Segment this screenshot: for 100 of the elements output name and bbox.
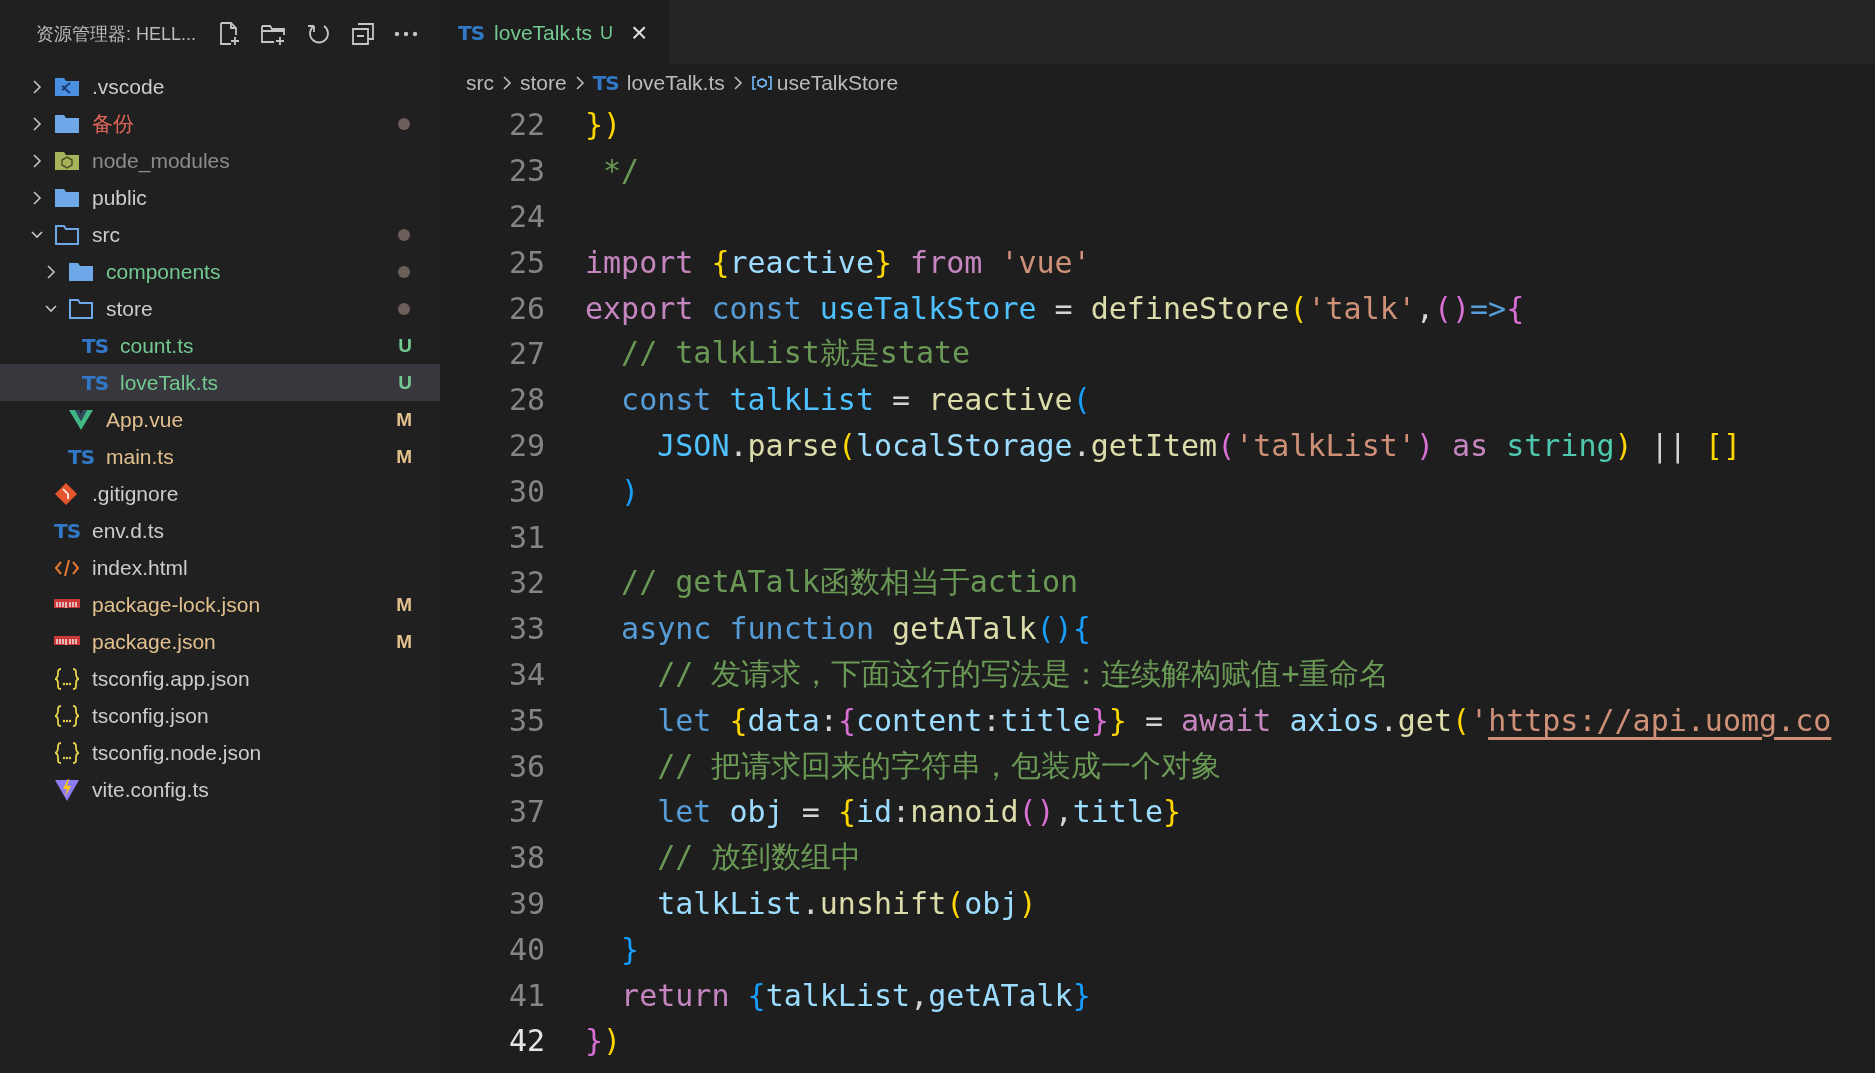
file-name: public — [92, 185, 147, 210]
chevron-icon — [732, 75, 743, 91]
git-status: M — [396, 408, 412, 431]
tree-item[interactable]: package-lock.json M — [0, 586, 440, 623]
code-line: const talkList = reactive( — [620, 382, 1091, 418]
explorer-title: 资源管理器: HELL... — [36, 23, 197, 46]
vite-icon — [54, 777, 80, 802]
git-status: U — [398, 334, 412, 357]
file-name: count.ts — [120, 333, 194, 358]
line-number: 29 — [507, 427, 546, 463]
tree-item[interactable]: tsconfig.node.json — [0, 734, 440, 771]
file-name: src — [92, 222, 120, 247]
line-number: 41 — [507, 977, 546, 1013]
file-name: App.vue — [106, 407, 184, 432]
npm-icon — [54, 598, 80, 611]
typescript-icon: TS — [82, 370, 109, 395]
file-name: components — [106, 259, 221, 284]
typescript-icon: TS — [54, 518, 81, 543]
file-name: vite.config.ts — [92, 777, 209, 802]
code-line: let {data:{content:title}} = await axios.get('https://api.uomg.co — [656, 702, 1832, 738]
line-number: 34 — [507, 656, 546, 692]
line-number: 39 — [507, 885, 546, 921]
line-number: 30 — [507, 473, 546, 509]
code-line: }) — [585, 107, 622, 143]
code-line: // talkList就是state — [620, 334, 971, 373]
code-line: }) — [585, 1023, 622, 1059]
tree-item[interactable]: .gitignore — [0, 475, 440, 512]
code-line: export const useTalkStore = defineStore('talk',()=>{ — [585, 290, 1525, 326]
typescript-icon: TS — [82, 333, 109, 358]
folder-icon — [68, 297, 94, 320]
file-name: package.json — [92, 629, 216, 654]
line-number: 26 — [507, 290, 546, 326]
file-name: .gitignore — [92, 481, 179, 506]
tree-item[interactable]: .vscode — [0, 68, 440, 105]
diamond-icon — [54, 481, 78, 506]
line-number: 36 — [507, 748, 546, 784]
breadcrumb-item[interactable]: TS loveTalk.ts — [592, 71, 725, 95]
line-number: 31 — [507, 519, 546, 555]
folder-icon — [54, 186, 80, 209]
line-number: 32 — [507, 565, 546, 601]
tree-item[interactable]: TS count.ts U — [0, 327, 440, 364]
file-name: package-lock.json — [92, 592, 261, 617]
folder-icon — [54, 149, 80, 172]
git-status: U — [398, 371, 412, 394]
breadcrumb-item[interactable]: store — [520, 71, 567, 95]
tree-item[interactable]: src — [0, 216, 440, 253]
more-icon[interactable] — [394, 31, 419, 37]
line-number: 25 — [507, 244, 546, 280]
file-name: tsconfig.node.json — [92, 740, 262, 765]
tree-item[interactable]: public — [0, 179, 440, 216]
chevron-icon — [502, 75, 512, 91]
tree-item[interactable]: TS env.d.ts — [0, 512, 440, 549]
git-status: M — [396, 445, 412, 468]
npm-icon — [54, 635, 80, 648]
git-status: M — [396, 630, 412, 653]
code-line: JSON.parse(localStorage.getItem('talkList') as string) || [] — [656, 427, 1741, 463]
line-number: 22 — [507, 107, 546, 143]
chevron-icon — [574, 75, 585, 91]
file-name: tsconfig.app.json — [92, 666, 250, 691]
tree-item[interactable]: 备份 — [0, 105, 440, 142]
code-line: let obj = {id:nanoid(),title} — [656, 794, 1182, 830]
tree-item[interactable]: node_modules — [0, 142, 440, 179]
file-name: index.html — [92, 555, 188, 580]
code-line: } — [620, 931, 640, 967]
code-line: // 发请求，下面这行的写法是：连续解构赋值+重命名 — [656, 654, 1390, 693]
vue-icon — [68, 408, 94, 431]
breadcrumb-item[interactable]: useTalkStore — [750, 71, 899, 95]
editor-tab[interactable]: TS loveTalk.ts U × — [440, 0, 670, 64]
tree-item[interactable]: components — [0, 253, 440, 290]
tree-item[interactable]: tsconfig.app.json — [0, 660, 440, 697]
file-name: tsconfig.json — [92, 703, 209, 728]
tree-item[interactable]: vite.config.ts — [0, 771, 440, 808]
folder-icon — [54, 75, 80, 98]
symbol-icon — [750, 75, 773, 91]
code-line: */ — [602, 153, 640, 189]
code-line: talkList.unshift(obj) — [656, 885, 1037, 921]
tree-item[interactable]: TS loveTalk.ts U — [0, 364, 440, 401]
line-number: 38 — [507, 840, 546, 876]
file-name: main.ts — [106, 444, 174, 469]
file-name: 备份 — [92, 110, 134, 137]
tree-item[interactable]: package.json M — [0, 623, 440, 660]
line-number: 27 — [507, 336, 546, 372]
file-name: node_modules — [92, 148, 230, 173]
breadcrumb-item[interactable]: src — [466, 71, 494, 95]
tree-item[interactable]: index.html — [0, 549, 440, 586]
line-number: 40 — [507, 931, 546, 967]
folder-icon — [54, 223, 80, 246]
line-number: 24 — [507, 199, 546, 234]
line-number: 33 — [507, 611, 546, 647]
folder-icon — [54, 112, 80, 135]
tree-item[interactable]: TS main.ts M — [0, 438, 440, 475]
file-name: .vscode — [92, 74, 165, 99]
braces-icon — [54, 666, 80, 691]
collapse-all-icon[interactable] — [350, 21, 377, 47]
tree-item[interactable]: App.vue M — [0, 401, 440, 438]
line-number: 37 — [507, 794, 546, 830]
tree-item[interactable]: tsconfig.json — [0, 697, 440, 734]
line-number: 23 — [507, 153, 546, 189]
code-line: // getATalk函数相当于action — [620, 563, 1079, 602]
tree-item[interactable]: store — [0, 290, 440, 327]
